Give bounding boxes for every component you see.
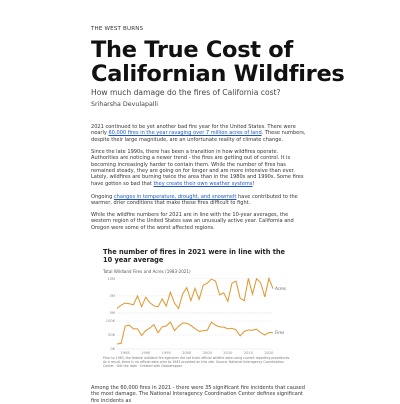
series-line-acres (116, 276, 274, 310)
climate-changes-link[interactable]: changes in temperature, drought, and sno… (114, 194, 237, 200)
kicker: THE WEST BURNS (91, 26, 144, 32)
y-tick-label: 0K (110, 347, 115, 351)
paragraph-5: Among the 60,000 fires in 2021 - there w… (91, 385, 305, 404)
wildfire-chart: The number of fires in 2021 were in line… (103, 248, 293, 378)
paragraph-4: While the wildfire numbers for 2021 are … (91, 212, 294, 231)
x-tick-label: 2005 (203, 351, 212, 355)
chart-plot: 0M 5M 10M Acres 0K 50K 100K Fires 1985 1990 1995 20… (106, 276, 286, 355)
y-tick-label: 0M (110, 311, 115, 315)
weather-systems-link[interactable]: they create their own weather systems (153, 181, 252, 187)
series-line-fires (116, 321, 274, 345)
article-subtitle: How much damage do the fires of Californ… (91, 88, 281, 97)
paragraph-2: Since the late 1990s, there has been a t… (91, 149, 307, 187)
x-tick-label: 2010 (223, 351, 233, 355)
x-tick-label: 2015 (244, 351, 253, 355)
chart-note: Prior to 1983, the federal wildland fire… (103, 356, 293, 368)
series-label-fires: Fires (275, 330, 284, 335)
x-tick-label: 1990 (141, 351, 151, 355)
paragraph-1: 2021 continued to be yet another bad fir… (91, 124, 307, 143)
fires-acres-link[interactable]: 60,000 fires in the year ravaging over 7… (108, 130, 261, 136)
chart-title: The number of fires in 2021 were in line… (103, 248, 286, 264)
author-name[interactable]: Sriharsha Devulapalli (91, 101, 158, 108)
y-tick-label: 50K (108, 333, 116, 337)
paragraph-3: Ongoing changes in temperature, drought,… (91, 194, 307, 207)
paragraph-2-text-b: ! (252, 180, 255, 187)
x-tick-label: 1995 (162, 351, 171, 355)
y-tick-label: 100K (106, 319, 116, 323)
series-label-acres: Acres (275, 286, 286, 291)
y-tick-label: 10M (107, 277, 115, 281)
paragraph-3-text-a: Ongoing (91, 194, 114, 200)
x-tick-label: 2000 (182, 351, 192, 355)
chart-subtitle: Total Wildland Fires and Acres (1983-202… (103, 269, 191, 274)
x-tick-label: 1985 (121, 351, 130, 355)
y-tick-label: 5M (110, 294, 115, 298)
x-tick-label: 2020 (264, 351, 274, 355)
article-title: The True Cost of Californian Wildfires (91, 37, 345, 87)
